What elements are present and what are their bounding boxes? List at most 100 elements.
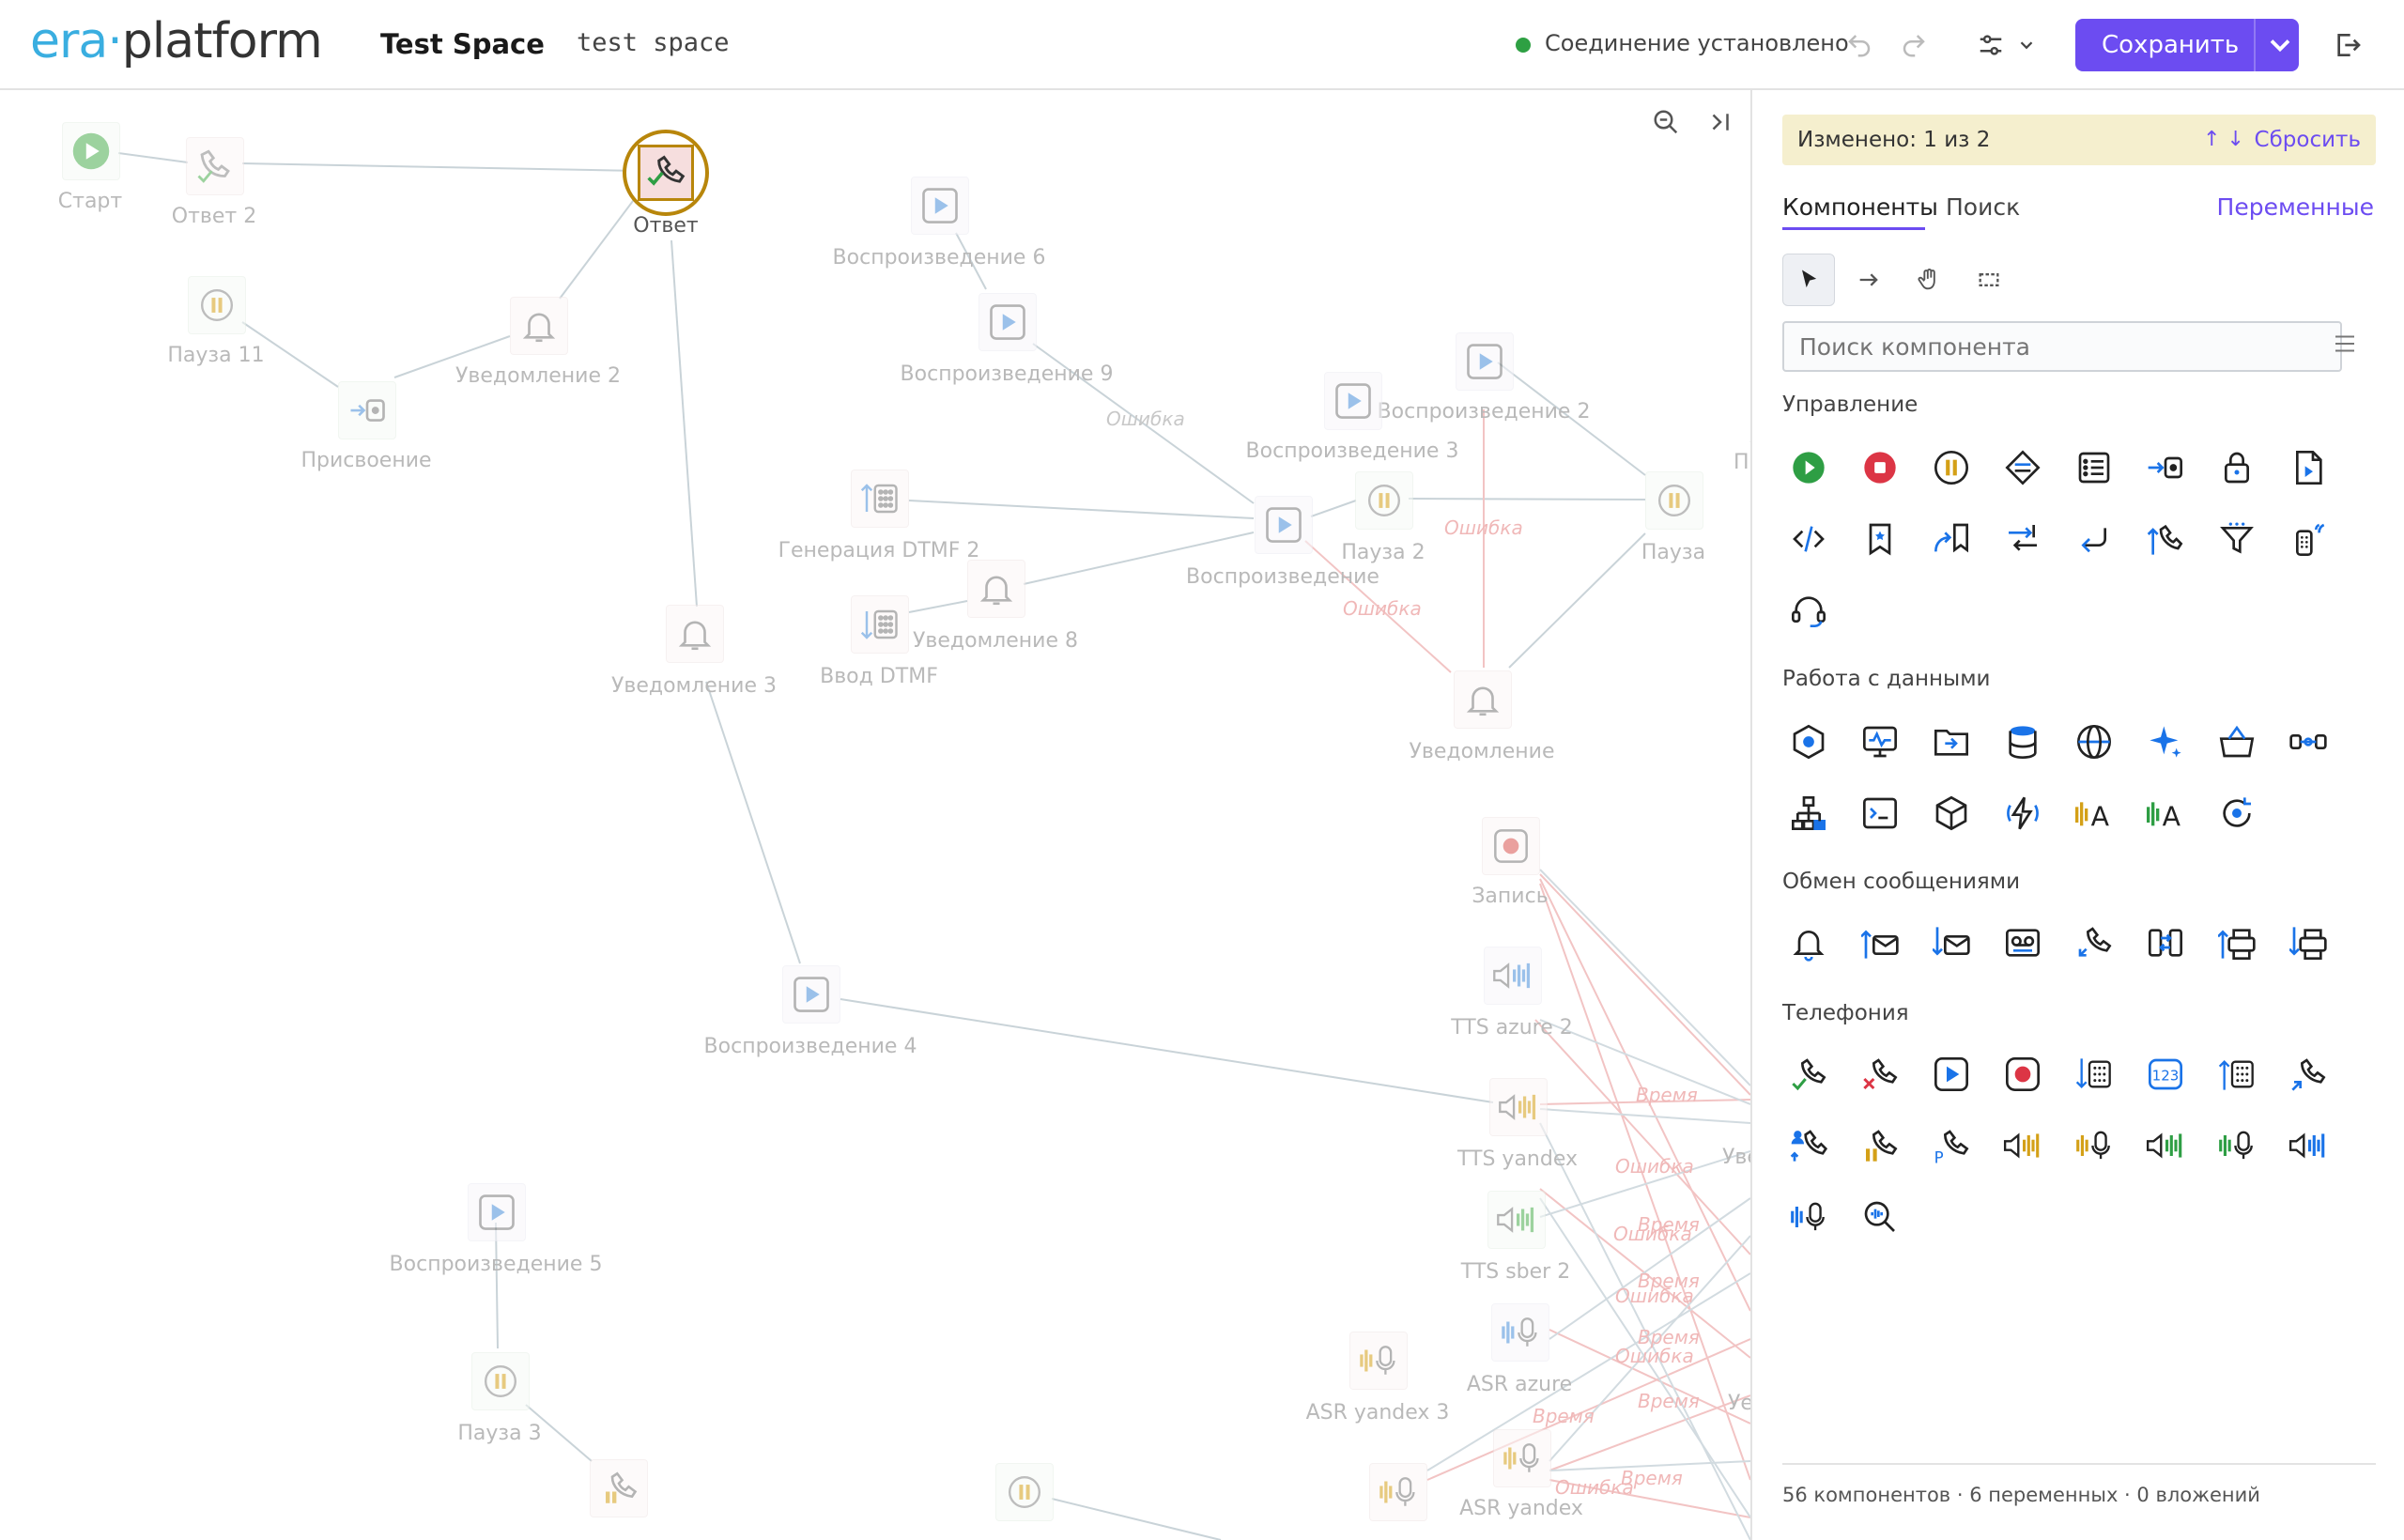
node-asr-azure[interactable] xyxy=(1491,1303,1549,1362)
tts-blue-icon[interactable] xyxy=(2282,1119,2335,1172)
sparkle-icon[interactable] xyxy=(2139,716,2192,768)
pointer-tool[interactable] xyxy=(1782,254,1835,306)
node-pause[interactable] xyxy=(1645,471,1703,530)
node-answer-selected[interactable] xyxy=(623,130,709,216)
node-play[interactable] xyxy=(1255,496,1313,554)
monitor-icon[interactable] xyxy=(1854,716,1906,768)
logout-icon[interactable] xyxy=(2329,26,2366,64)
node-record[interactable] xyxy=(1482,817,1540,875)
redo-icon[interactable] xyxy=(1895,26,1933,64)
list-icon[interactable] xyxy=(2068,441,2120,494)
node-answer-2[interactable] xyxy=(186,137,244,195)
node-dtmf-input[interactable] xyxy=(851,595,909,654)
record-icon[interactable] xyxy=(1996,1048,2049,1101)
node-asr-yandex-2-partial[interactable] xyxy=(1369,1463,1427,1521)
sync-icon[interactable] xyxy=(2139,916,2192,969)
node-play-5[interactable] xyxy=(468,1183,526,1241)
list-view-icon[interactable] xyxy=(2331,330,2359,362)
refresh-target-icon[interactable] xyxy=(2211,787,2263,839)
node-dtmf-generate-2[interactable] xyxy=(851,470,909,528)
select-area-tool[interactable] xyxy=(1963,254,2015,306)
node-pause-10-partial[interactable] xyxy=(995,1463,1054,1521)
hold-icon[interactable] xyxy=(1854,1119,1906,1172)
filter-icon[interactable] xyxy=(2211,513,2263,565)
voicemail-icon[interactable] xyxy=(1996,916,2049,969)
assign-icon[interactable] xyxy=(2139,441,2192,494)
bookmark-icon[interactable] xyxy=(1854,513,1906,565)
node-play-4[interactable] xyxy=(782,965,840,1024)
mail-send-icon[interactable] xyxy=(1854,916,1906,969)
hierarchy-icon[interactable] xyxy=(1782,787,1835,839)
lock-icon[interactable] xyxy=(2211,441,2263,494)
transfer-icon[interactable] xyxy=(1996,513,2049,565)
hexagon-icon[interactable] xyxy=(1782,716,1835,768)
return-icon[interactable] xyxy=(2068,513,2120,565)
condition-icon[interactable] xyxy=(1996,441,2049,494)
database-icon[interactable] xyxy=(1996,716,2049,768)
lightning-icon[interactable] xyxy=(1996,787,2049,839)
collapse-panel-icon[interactable] xyxy=(1702,103,1739,141)
component-search-input[interactable] xyxy=(1782,321,2342,372)
node-tts-azure-2[interactable] xyxy=(1484,947,1542,1005)
park-icon[interactable]: P xyxy=(1925,1119,1978,1172)
tts-yandex-icon[interactable] xyxy=(1996,1119,2049,1172)
fax-receive-icon[interactable] xyxy=(2282,916,2335,969)
digits-icon[interactable]: 123 xyxy=(2139,1048,2192,1101)
pause-icon[interactable] xyxy=(1925,441,1978,494)
stop-icon[interactable] xyxy=(1854,441,1906,494)
connect-tool[interactable] xyxy=(1842,254,1895,306)
folder-icon[interactable] xyxy=(1925,716,1978,768)
node-play-3[interactable] xyxy=(1324,372,1382,430)
bell-icon[interactable] xyxy=(1782,916,1835,969)
script-file-icon[interactable] xyxy=(2282,441,2335,494)
chevron-down-icon[interactable] xyxy=(2008,26,2045,64)
user-transfer-icon[interactable] xyxy=(1782,1119,1835,1172)
node-start[interactable] xyxy=(62,122,120,180)
node-notify-2[interactable] xyxy=(510,297,568,355)
fax-send-icon[interactable] xyxy=(2211,916,2263,969)
search-audio-icon[interactable] xyxy=(1854,1191,1906,1243)
headset-icon[interactable] xyxy=(1782,584,1835,637)
asr-blue-icon[interactable] xyxy=(1782,1191,1835,1243)
undo-icon[interactable] xyxy=(1841,26,1878,64)
asr-yandex-icon[interactable] xyxy=(2068,1119,2120,1172)
goto-bookmark-icon[interactable] xyxy=(1925,513,1978,565)
node-play-9[interactable] xyxy=(979,293,1037,351)
redirect-icon[interactable] xyxy=(2282,1048,2335,1101)
play-icon[interactable] xyxy=(1925,1048,1978,1101)
tab-components[interactable]: Компоненты xyxy=(1782,193,1938,221)
node-notify-8[interactable] xyxy=(967,560,1025,618)
logo[interactable]: era·platform xyxy=(30,13,323,69)
tts-green-icon[interactable] xyxy=(2139,1119,2192,1172)
flow-canvas[interactable]: Старт Ответ 2 Ответ Пауза 11 Уведомление… xyxy=(0,90,1750,1540)
node-play-6[interactable] xyxy=(911,177,969,235)
hand-tool[interactable] xyxy=(1903,254,1955,306)
node-notify[interactable] xyxy=(1454,670,1512,729)
save-options-chevron-icon[interactable] xyxy=(2263,28,2297,62)
node-asr-yandex-3[interactable] xyxy=(1349,1332,1408,1390)
remote-icon[interactable] xyxy=(2282,513,2335,565)
node-notify-3[interactable] xyxy=(666,605,724,663)
node-tts-yandex[interactable] xyxy=(1489,1078,1548,1136)
call-back-icon[interactable] xyxy=(2068,916,2120,969)
reset-button[interactable]: Сбросить xyxy=(2255,128,2361,152)
variables-link[interactable]: Переменные xyxy=(2217,193,2374,221)
start-icon[interactable] xyxy=(1782,441,1835,494)
dtmf-input-icon[interactable] xyxy=(2068,1048,2120,1101)
node-hold-partial[interactable] xyxy=(590,1459,648,1517)
node-assign[interactable] xyxy=(338,381,396,439)
code-icon[interactable] xyxy=(1782,513,1835,565)
globe-icon[interactable] xyxy=(2068,716,2120,768)
node-pause-3[interactable] xyxy=(471,1352,530,1410)
basket-icon[interactable] xyxy=(2211,716,2263,768)
tts-yellow-icon[interactable]: A xyxy=(2068,787,2120,839)
cube-icon[interactable] xyxy=(1925,787,1978,839)
terminal-icon[interactable] xyxy=(1854,787,1906,839)
node-asr-yandex[interactable] xyxy=(1493,1429,1551,1487)
node-play-2[interactable] xyxy=(1456,332,1514,391)
call-out-icon[interactable] xyxy=(2139,513,2192,565)
tab-search[interactable]: Поиск xyxy=(1946,193,2020,221)
hangup-icon[interactable] xyxy=(1854,1048,1906,1101)
change-nav-arrows[interactable]: ↑ ↓ xyxy=(2203,128,2244,151)
link-icon[interactable] xyxy=(2282,716,2335,768)
